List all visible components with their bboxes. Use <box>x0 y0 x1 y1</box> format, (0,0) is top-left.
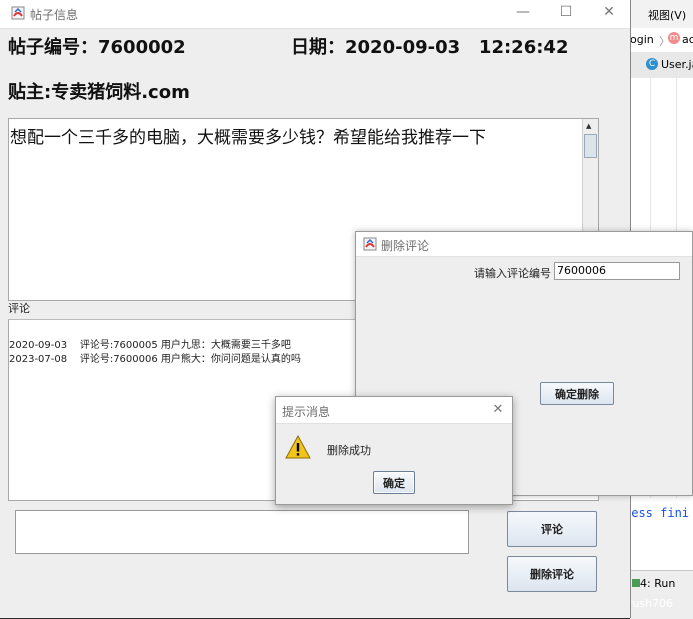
ide-breadcrumb: ogin 〉 m ac <box>630 28 693 53</box>
java-icon <box>11 6 25 20</box>
ide-console[interactable]: cess fini <box>624 498 693 570</box>
confirm-delete-button[interactable]: 确定删除 <box>540 382 614 405</box>
delete-comment-button[interactable]: 删除评论 <box>507 556 597 592</box>
post-content-text: 想配一个三千多的电脑，大概需要多少钱？希望能给我推荐一下 <box>10 128 486 148</box>
message-dialog: 提示消息 ✕ 删除成功 确定 <box>275 396 513 505</box>
message-dialog-title: 提示消息 <box>282 405 331 419</box>
ide-tab-user[interactable]: User.ja <box>661 58 693 71</box>
ide-menu-view[interactable]: 视图(V) <box>648 7 686 23</box>
ide-tabbar: C User.ja <box>630 52 693 79</box>
delete-dialog-title: 删除评论 <box>381 239 430 253</box>
ide-menubar: 视图(V) <box>630 0 693 28</box>
delete-dialog-titlebar[interactable]: 删除评论 <box>356 232 692 257</box>
comments-label: 评论 <box>8 302 30 315</box>
warning-icon <box>285 435 311 459</box>
ide-breadcrumb-next[interactable]: ac <box>682 33 693 46</box>
console-text: cess fini <box>624 506 690 520</box>
java-icon <box>363 237 377 251</box>
post-author-label: 贴主:专卖猪饲料.com <box>8 82 190 103</box>
maximize-icon[interactable]: ☐ <box>551 4 581 20</box>
message-dialog-titlebar[interactable]: 提示消息 ✕ <box>276 397 512 424</box>
comment-id-prompt: 请输入评论编号 <box>474 267 551 280</box>
close-icon[interactable]: ✕ <box>594 4 624 20</box>
ide-bottom-toolbar: 4: Run <box>630 570 693 619</box>
minimize-icon[interactable]: — <box>508 4 538 20</box>
ok-button[interactable]: 确定 <box>373 471 415 494</box>
comment-item: 2023-07-08 评论号:7600006 用户熊大：你问问题是认真的吗 <box>9 354 301 365</box>
close-icon[interactable]: ✕ <box>483 402 513 417</box>
comment-input[interactable] <box>15 510 469 554</box>
post-date-label: 日期：2020-09-03 12:26:42 <box>291 37 569 58</box>
comment-button[interactable]: 评论 <box>507 511 597 547</box>
run-icon <box>632 579 640 587</box>
comment-id-input[interactable]: 7600006 <box>554 262 680 280</box>
scroll-up-icon[interactable]: ▲ <box>586 122 591 130</box>
ide-breadcrumb-login[interactable]: ogin <box>630 33 654 46</box>
comment-item: 2020-09-03 评论号:7600005 用户九思：大概需要三千多吧 <box>9 340 291 351</box>
class-icon: C <box>646 58 658 70</box>
main-window-title: 帖子信息 <box>30 8 79 22</box>
message-text: 删除成功 <box>327 444 371 457</box>
method-icon: m <box>668 32 680 44</box>
ide-run-tab[interactable]: 4: Run <box>640 577 675 590</box>
post-id-label: 帖子编号：7600002 <box>8 37 186 58</box>
main-titlebar[interactable]: 帖子信息 — ☐ ✕ <box>0 0 630 29</box>
scroll-thumb[interactable] <box>584 134 597 158</box>
